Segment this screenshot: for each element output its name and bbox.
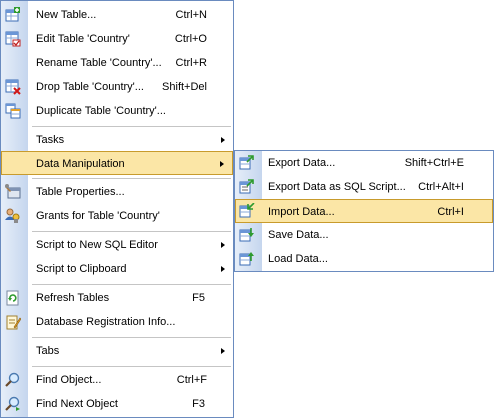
edit-table-icon bbox=[5, 31, 21, 47]
refresh-icon bbox=[5, 290, 21, 306]
menu-item-table-properties[interactable]: Table Properties... bbox=[1, 180, 233, 204]
menu-item-new-table[interactable]: New Table... Ctrl+N bbox=[1, 3, 233, 27]
submenu-item-load-data[interactable]: Load Data... bbox=[235, 247, 493, 271]
duplicate-table-icon bbox=[5, 103, 21, 119]
data-manipulation-submenu: Export Data... Shift+Ctrl+E Export Data … bbox=[234, 150, 494, 272]
menu-item-find-object[interactable]: Find Object... Ctrl+F bbox=[1, 368, 233, 392]
menu-item-refresh-tables[interactable]: Refresh Tables F5 bbox=[1, 286, 233, 310]
submenu-arrow-icon bbox=[221, 137, 225, 143]
menu-separator bbox=[32, 178, 231, 179]
find-next-icon bbox=[5, 396, 21, 412]
menu-item-rename-table[interactable]: Rename Table 'Country'... Ctrl+R bbox=[1, 51, 233, 75]
menu-item-duplicate-table[interactable]: Duplicate Table 'Country'... bbox=[1, 99, 233, 123]
save-data-icon bbox=[239, 227, 255, 243]
table-properties-icon bbox=[5, 184, 21, 200]
submenu-arrow-icon bbox=[221, 266, 225, 272]
menu-item-find-next[interactable]: Find Next Object F3 bbox=[1, 392, 233, 416]
menu-separator bbox=[32, 366, 231, 367]
drop-table-icon bbox=[5, 79, 21, 95]
submenu-item-export-sql[interactable]: Export Data as SQL Script... Ctrl+Alt+I bbox=[235, 175, 493, 199]
menu-separator bbox=[32, 126, 231, 127]
menu-item-script-sql-editor[interactable]: Script to New SQL Editor bbox=[1, 233, 233, 257]
menu-item-db-registration[interactable]: Database Registration Info... bbox=[1, 310, 233, 334]
submenu-arrow-icon bbox=[221, 348, 225, 354]
context-menu: New Table... Ctrl+N Edit Table 'Country'… bbox=[0, 0, 234, 418]
import-data-icon bbox=[239, 203, 255, 219]
grants-icon bbox=[5, 208, 21, 224]
menu-item-script-clipboard[interactable]: Script to Clipboard bbox=[1, 257, 233, 281]
submenu-item-export-data[interactable]: Export Data... Shift+Ctrl+E bbox=[235, 151, 493, 175]
export-sql-icon bbox=[239, 179, 255, 195]
submenu-arrow-icon bbox=[220, 161, 224, 167]
submenu-arrow-icon bbox=[221, 242, 225, 248]
load-data-icon bbox=[239, 251, 255, 267]
menu-item-drop-table[interactable]: Drop Table 'Country'... Shift+Del bbox=[1, 75, 233, 99]
menu-separator bbox=[32, 231, 231, 232]
export-data-icon bbox=[239, 155, 255, 171]
find-icon bbox=[5, 372, 21, 388]
menu-item-edit-table[interactable]: Edit Table 'Country' Ctrl+O bbox=[1, 27, 233, 51]
menu-separator bbox=[32, 337, 231, 338]
new-table-icon bbox=[5, 7, 21, 23]
menu-item-tasks[interactable]: Tasks bbox=[1, 128, 233, 152]
submenu-item-save-data[interactable]: Save Data... bbox=[235, 223, 493, 247]
db-registration-icon bbox=[5, 314, 21, 330]
menu-item-data-manipulation[interactable]: Data Manipulation bbox=[1, 151, 233, 175]
menu-item-grants[interactable]: Grants for Table 'Country' bbox=[1, 204, 233, 228]
menu-item-tabs[interactable]: Tabs bbox=[1, 339, 233, 363]
submenu-item-import-data[interactable]: Import Data... Ctrl+I bbox=[235, 199, 493, 223]
menu-separator bbox=[32, 284, 231, 285]
